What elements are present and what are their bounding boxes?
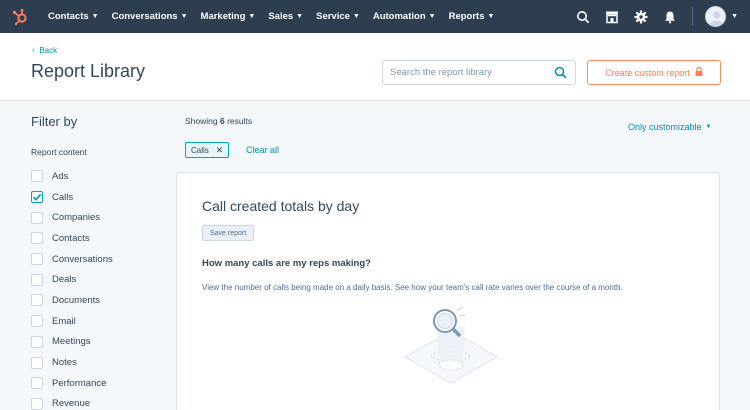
search-placeholder: Search the report library xyxy=(390,67,492,78)
filter-item-ads[interactable]: Ads xyxy=(31,166,113,187)
create-custom-report-button[interactable]: Create custom report xyxy=(587,60,721,85)
checkbox[interactable] xyxy=(31,315,43,328)
checkbox[interactable] xyxy=(31,170,43,183)
filter-item-label: Notes xyxy=(52,357,77,369)
filter-item-label: Conversations xyxy=(52,253,113,265)
filter-item-notes[interactable]: Notes xyxy=(31,352,113,373)
nav-contacts[interactable]: Contacts ▼ xyxy=(48,11,99,22)
filter-item-meetings[interactable]: Meetings xyxy=(31,332,113,353)
checkbox[interactable] xyxy=(31,356,43,369)
chevron-down-icon: ▼ xyxy=(248,13,256,20)
showing-count: 6 xyxy=(219,116,225,126)
chevron-down-icon[interactable]: ▼ xyxy=(731,13,738,20)
report-description: View the number of calls being made on a… xyxy=(202,283,623,292)
save-report-button[interactable]: Save report xyxy=(202,225,255,241)
filter-item-email[interactable]: Email xyxy=(31,311,113,332)
close-icon[interactable]: ✕ xyxy=(216,145,224,156)
nav-label: Sales xyxy=(268,11,294,22)
filter-item-label: Contacts xyxy=(52,232,90,244)
chip-label: Calls xyxy=(191,145,209,155)
avatar[interactable] xyxy=(705,6,727,27)
filter-item-label: Ads xyxy=(52,170,69,182)
nav-label: Marketing xyxy=(200,11,246,22)
filter-item-performance[interactable]: Performance xyxy=(31,373,113,394)
nav-label: Automation xyxy=(372,11,426,22)
chevron-down-icon: ▼ xyxy=(91,13,99,20)
filter-item-label: Calls xyxy=(52,191,74,203)
search-icon[interactable] xyxy=(575,9,591,25)
filter-item-documents[interactable]: Documents xyxy=(31,290,113,311)
filter-item-revenue[interactable]: Revenue xyxy=(31,394,113,410)
nav-conversations[interactable]: Conversations ▼ xyxy=(112,11,188,22)
filter-sidebar: Filter by Report content Ads Calls Compani… xyxy=(0,102,170,410)
nav-divider xyxy=(692,7,694,26)
chevron-down-icon: ▼ xyxy=(296,13,304,20)
chevron-down-icon: ▼ xyxy=(487,13,495,20)
page-header: ‹ Back Report Library Search the report … xyxy=(0,33,750,101)
nav-label: Reports xyxy=(448,11,485,22)
filter-item-label: Companies xyxy=(52,212,101,224)
nav-sales[interactable]: Sales ▼ xyxy=(268,11,303,22)
showing-suffix: results xyxy=(227,116,253,126)
checkbox[interactable] xyxy=(31,232,43,245)
create-label: Create custom report xyxy=(605,67,690,78)
filter-item-label: Revenue xyxy=(52,398,91,410)
chevron-down-icon: ▼ xyxy=(352,13,360,20)
bell-icon[interactable] xyxy=(662,9,678,25)
filter-item-label: Deals xyxy=(52,274,77,286)
showing-prefix: Showing xyxy=(185,116,218,126)
checkbox[interactable] xyxy=(31,253,43,266)
filter-subtitle: Report content xyxy=(31,147,87,157)
nav-reports[interactable]: Reports ▼ xyxy=(449,11,495,22)
checkbox[interactable] xyxy=(31,211,43,224)
checkbox[interactable] xyxy=(31,294,43,307)
lock-icon xyxy=(695,66,703,78)
checkbox[interactable] xyxy=(31,377,43,390)
nav-automation[interactable]: Automation ▼ xyxy=(373,11,436,22)
clear-all-link[interactable]: Clear all xyxy=(246,145,279,155)
checkbox[interactable] xyxy=(31,397,43,410)
filter-item-calls[interactable]: Calls xyxy=(31,187,113,208)
search-icon[interactable] xyxy=(554,66,567,82)
nav-label: Contacts xyxy=(48,11,89,22)
chevron-down-icon: ▼ xyxy=(705,124,712,130)
marketplace-icon[interactable] xyxy=(604,9,620,25)
hubspot-logo-icon[interactable] xyxy=(10,7,30,27)
search-input[interactable]: Search the report library xyxy=(382,60,576,85)
chevron-left-icon: ‹ xyxy=(32,47,35,54)
filter-item-label: Meetings xyxy=(52,336,91,348)
results-count: Showing 6 results xyxy=(185,116,252,126)
nav-marketing[interactable]: Marketing ▼ xyxy=(201,11,256,22)
report-card[interactable]: Call created totals by day Save report H… xyxy=(176,172,720,410)
top-nav: Contacts ▼ Conversations ▼ Marketing ▼ Sale… xyxy=(0,0,750,33)
nav-label: Service xyxy=(316,11,350,22)
page-title: Report Library xyxy=(31,61,146,81)
filter-item-label: Performance xyxy=(52,377,107,389)
magnifier-illustration-icon xyxy=(401,305,501,385)
checkbox[interactable] xyxy=(31,273,43,286)
nav-service[interactable]: Service ▼ xyxy=(316,11,360,22)
back-link[interactable]: ‹ Back xyxy=(32,46,57,55)
chevron-down-icon: ▼ xyxy=(428,13,436,20)
filter-item-companies[interactable]: Companies xyxy=(31,207,113,228)
filter-item-label: Documents xyxy=(52,294,101,306)
back-label: Back xyxy=(39,46,58,55)
nav-label: Conversations xyxy=(111,11,178,22)
filter-chip[interactable]: Calls ✕ xyxy=(185,142,230,158)
filter-title: Filter by xyxy=(31,114,78,129)
report-title: Call created totals by day xyxy=(202,198,360,214)
checkmark-icon xyxy=(32,193,42,201)
gear-icon[interactable] xyxy=(633,9,649,25)
report-question: How many calls are my reps making? xyxy=(202,258,371,269)
dropdown-label: Only customizable xyxy=(628,122,702,132)
filter-item-conversations[interactable]: Conversations xyxy=(31,249,113,270)
checkbox[interactable] xyxy=(31,335,43,348)
checkbox-checked[interactable] xyxy=(31,191,43,204)
filter-item-label: Email xyxy=(52,315,76,327)
customizable-dropdown[interactable]: Only customizable ▼ xyxy=(628,122,711,132)
filter-item-deals[interactable]: Deals xyxy=(31,269,113,290)
filter-item-contacts[interactable]: Contacts xyxy=(31,228,113,249)
chevron-down-icon: ▼ xyxy=(180,13,188,20)
filter-checklist: Ads Calls Companies Contacts Conversations De… xyxy=(31,166,113,410)
